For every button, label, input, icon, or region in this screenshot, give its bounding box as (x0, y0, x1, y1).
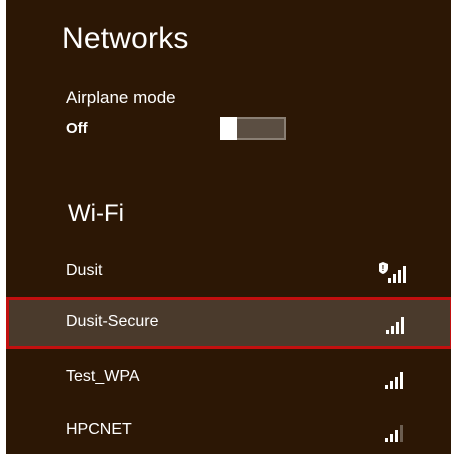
airplane-mode-label: Airplane mode (66, 88, 176, 107)
network-name: HPCNET (66, 421, 132, 438)
airplane-mode-toggle[interactable] (220, 117, 286, 140)
wifi-section-title: Wi-Fi (68, 200, 124, 227)
networks-panel: Networks Airplane mode Off Wi-Fi Dusit !… (6, 0, 451, 454)
panel-title: Networks (62, 22, 189, 55)
airplane-mode-state: Off (66, 120, 88, 137)
signal-icon (386, 317, 404, 334)
network-name: Test_WPA (66, 368, 140, 385)
secured-signal-icon: ! (379, 262, 406, 283)
network-name: Dusit (66, 262, 103, 279)
network-item-test-wpa[interactable]: Test_WPA (6, 352, 451, 404)
network-item-dusit[interactable]: Dusit ! (6, 246, 451, 298)
signal-icon (385, 372, 403, 389)
network-item-hpcnet[interactable]: HPCNET (6, 405, 451, 457)
toggle-thumb[interactable] (220, 117, 237, 140)
signal-icon (385, 425, 403, 442)
network-item-dusit-secure[interactable]: Dusit-Secure (6, 297, 451, 349)
svg-text:!: ! (382, 264, 385, 273)
network-name: Dusit-Secure (66, 313, 159, 330)
